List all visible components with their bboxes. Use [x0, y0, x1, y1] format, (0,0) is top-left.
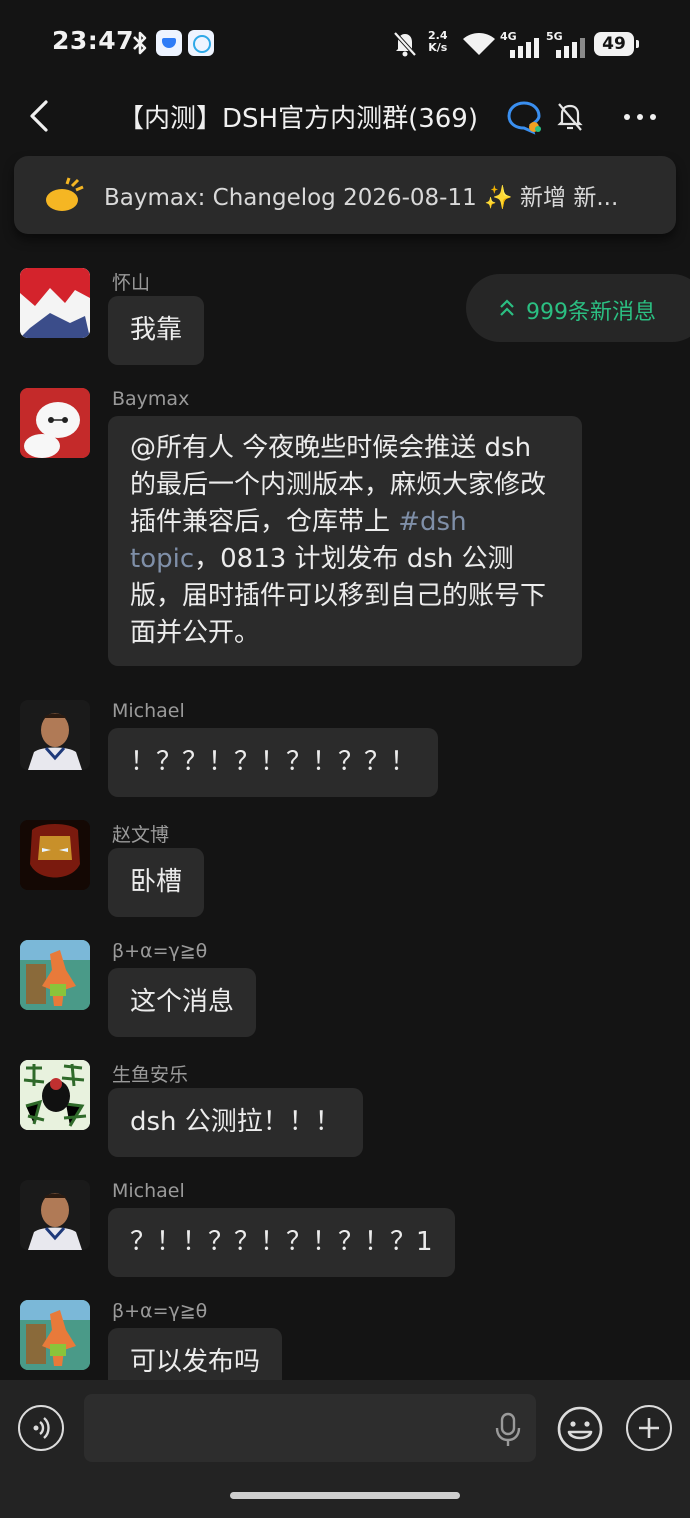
sender-name: 怀山 — [112, 272, 151, 294]
message-bubble[interactable]: 我靠 — [108, 296, 205, 365]
status-time: 23:47 — [52, 26, 135, 55]
net-speed: 2.4 K/s — [428, 29, 448, 54]
wifi-icon — [463, 33, 495, 55]
message-input[interactable] — [84, 1394, 536, 1462]
chat-title[interactable]: 【内测】DSH官方内测群(369) — [118, 98, 478, 135]
sender-name: Baymax — [112, 388, 190, 410]
anime-avatar-icon — [20, 268, 90, 338]
baymax-avatar-icon — [20, 388, 90, 458]
battery-indicator: 49 — [594, 32, 639, 56]
new-messages-label: 999条新消息 — [526, 300, 656, 325]
player-avatar-icon — [20, 700, 90, 770]
avatar[interactable] — [20, 1180, 90, 1250]
message-bubble[interactable]: 这个消息 — [108, 968, 257, 1037]
pinned-announcement[interactable]: Baymax: Changelog 2026-08-11 ✨ 新增 新... — [14, 156, 676, 234]
sender-name: 赵文博 — [112, 824, 170, 846]
chat-header: 【内测】DSH官方内测群(369) — [0, 88, 690, 148]
new-messages-button[interactable]: 999条新消息 — [466, 274, 690, 342]
message-bubble[interactable]: ？！！？？！？！？！？1 — [108, 1208, 455, 1277]
double-chevron-up-icon — [500, 299, 514, 316]
sender-name: Michael — [112, 700, 185, 722]
status-bar: 23:47 2.4 K/s 4G 5G 49 — [0, 0, 690, 88]
emoji-icon[interactable] — [556, 1405, 604, 1453]
signal-icon: 5G — [546, 30, 588, 58]
avatar[interactable] — [20, 1060, 90, 1130]
mute-notification-icon — [393, 31, 417, 57]
avatar[interactable] — [20, 388, 90, 458]
message-bubble[interactable]: @所有人 今夜晚些时候会推送 dsh 的最后一个内测版本，麻烦大家修改插件兼容后… — [108, 416, 582, 666]
avatar[interactable] — [20, 700, 90, 770]
home-indicator[interactable] — [230, 1492, 460, 1499]
patrick-avatar-icon — [20, 1300, 90, 1370]
avatar[interactable] — [20, 268, 90, 338]
voice-icon — [33, 1417, 50, 1439]
calligraphy-avatar-icon — [20, 1060, 90, 1130]
group-badge-icon — [507, 101, 541, 135]
patrick-avatar-icon — [20, 940, 90, 1010]
announcement-horn-icon — [46, 177, 84, 211]
voice-button[interactable] — [18, 1405, 64, 1451]
avatar[interactable] — [20, 940, 90, 1010]
more-icon[interactable] — [620, 100, 660, 134]
avatar[interactable] — [20, 1300, 90, 1370]
message-bubble[interactable]: dsh 公测拉！！！ — [108, 1088, 363, 1157]
back-icon[interactable] — [22, 94, 62, 138]
mic-icon[interactable] — [494, 1412, 522, 1448]
plus-icon — [639, 1418, 659, 1438]
ironman-avatar-icon — [20, 820, 90, 890]
qq-notification-icon — [188, 30, 214, 56]
sender-name: 生鱼安乐 — [112, 1064, 189, 1086]
message-bubble[interactable]: ！？？！？！？！？？！ — [108, 728, 439, 797]
plus-button[interactable] — [626, 1405, 672, 1451]
sender-name: β+α=γ≧θ — [112, 1300, 208, 1322]
mute-bell-icon[interactable] — [555, 100, 585, 134]
pinned-text: Baymax: Changelog 2026-08-11 ✨ 新增 新... — [104, 185, 619, 211]
sender-name: Michael — [112, 1180, 185, 1202]
app-notification-icon — [156, 30, 182, 56]
message-bubble[interactable]: 卧槽 — [108, 848, 205, 917]
avatar[interactable] — [20, 820, 90, 890]
signal-icon: 4G — [500, 30, 542, 58]
player-avatar-icon — [20, 1180, 90, 1250]
sender-name: β+α=γ≧θ — [112, 940, 208, 962]
bluetooth-icon — [133, 31, 147, 55]
